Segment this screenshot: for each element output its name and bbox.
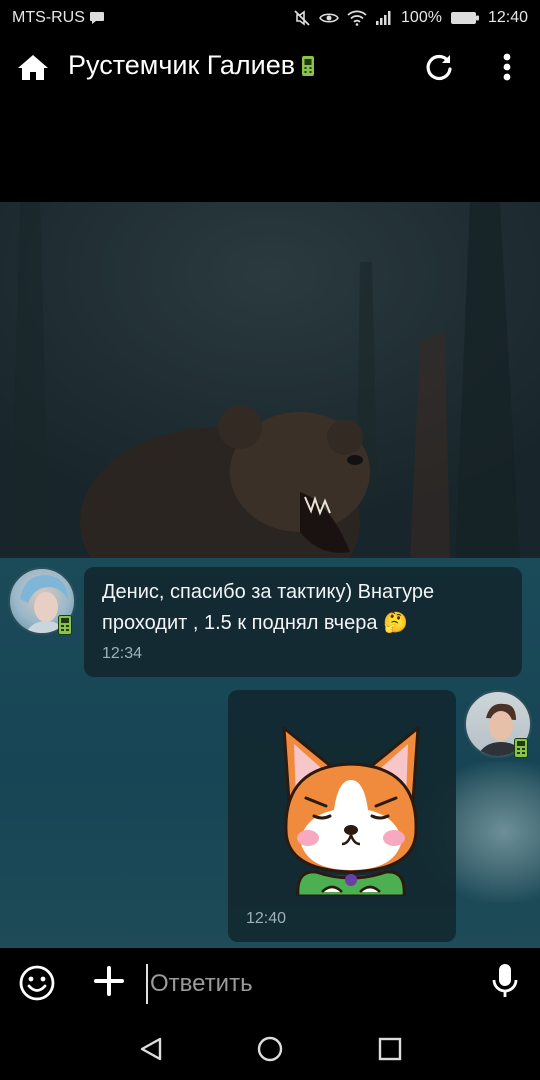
voice-message-button[interactable]	[488, 963, 522, 1004]
more-vert-icon	[503, 53, 511, 86]
contact-device-icon	[58, 615, 72, 635]
plus-icon	[94, 965, 124, 1001]
status-bar: MTS-RUS 100% 12:40	[0, 0, 540, 36]
home-nav-button[interactable]	[253, 1034, 287, 1068]
battery-icon	[450, 10, 480, 26]
reply-input[interactable]	[146, 964, 476, 1004]
device-icon	[301, 55, 315, 77]
wifi-icon	[347, 10, 367, 26]
chat-title: Рустемчик Галиев	[68, 50, 296, 80]
refresh-button[interactable]	[422, 52, 456, 86]
signal-icon	[375, 10, 393, 26]
outgoing-sticker-bubble[interactable]: 12:40	[228, 690, 456, 942]
home-icon	[17, 53, 49, 86]
message-text: Денис, спасибо за тактику) Внатуре прохо…	[102, 581, 435, 634]
incoming-message-bubble[interactable]: Денис, спасибо за тактику) Внатуре прохо…	[84, 567, 522, 677]
microphone-icon	[492, 963, 518, 1004]
corgi-sticker	[282, 726, 420, 896]
message-input-bar	[0, 948, 540, 1020]
clock: 12:40	[487, 9, 528, 26]
mute-icon	[293, 9, 311, 27]
carrier-label: MTS-RUS	[12, 9, 85, 26]
chat-bubble-icon	[89, 11, 105, 25]
thinking-emoji: 🤔	[383, 612, 408, 634]
back-icon	[138, 1036, 164, 1067]
emoji-button[interactable]	[18, 964, 56, 1002]
system-nav-bar	[0, 1020, 540, 1080]
recents-icon	[378, 1037, 402, 1066]
home-circle-icon	[256, 1035, 284, 1068]
battery-percent: 100%	[401, 9, 442, 26]
message-time: 12:34	[102, 645, 143, 662]
refresh-icon	[424, 52, 454, 87]
message-time: 12:40	[246, 910, 287, 927]
home-button[interactable]	[16, 52, 50, 86]
more-options-button[interactable]	[490, 52, 524, 86]
attach-button[interactable]	[90, 964, 128, 1002]
eye-icon	[319, 11, 339, 25]
recents-button[interactable]	[373, 1034, 407, 1068]
user-device-icon	[514, 738, 528, 758]
chat-header: Рустемчик Галиев	[0, 36, 540, 102]
back-button[interactable]	[134, 1034, 168, 1068]
emoji-icon	[18, 965, 56, 1006]
